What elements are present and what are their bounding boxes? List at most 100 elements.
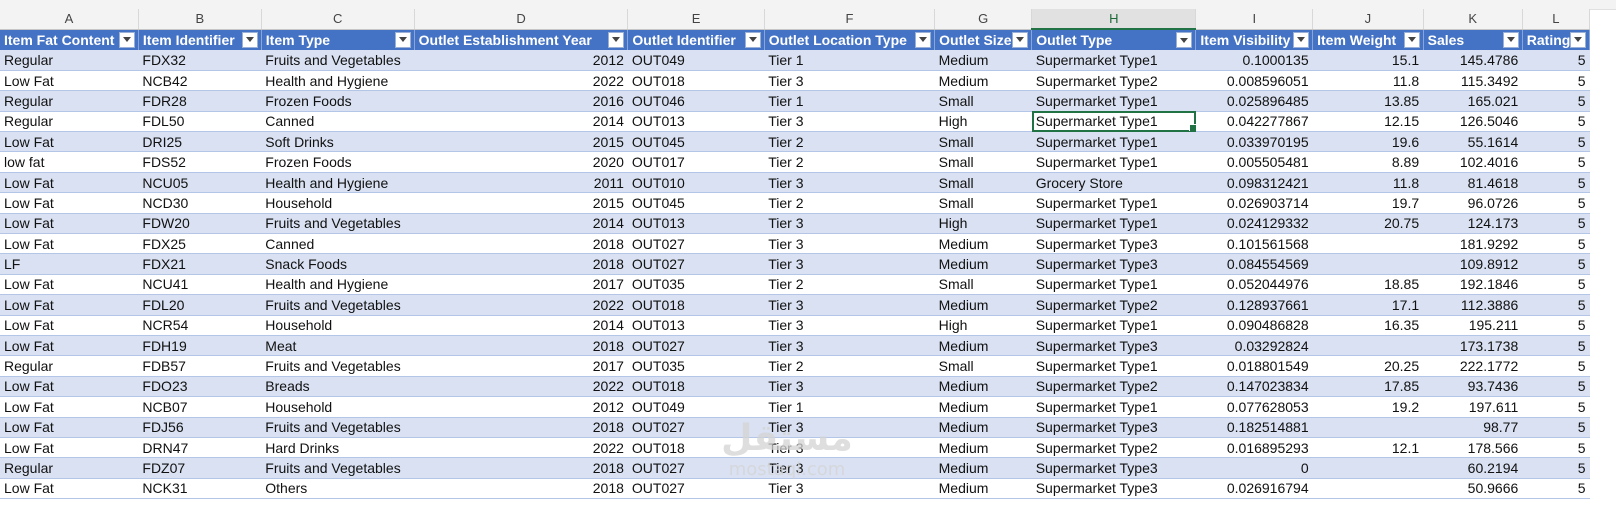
table-cell[interactable]: High [934, 111, 1032, 133]
column-letter-f[interactable]: F [764, 9, 936, 30]
filter-dropdown-icon[interactable] [1570, 31, 1586, 48]
table-cell[interactable]: Small [934, 172, 1032, 194]
table-cell[interactable]: Small [934, 131, 1032, 153]
table-cell[interactable]: Tier 3 [764, 315, 935, 336]
table-cell[interactable]: NCK31 [138, 478, 262, 500]
table-cell[interactable]: OUT027 [627, 253, 765, 275]
table-cell[interactable]: OUT035 [627, 355, 765, 377]
table-cell[interactable]: Supermarket Type1 [1031, 192, 1196, 214]
table-cell[interactable]: Tier 3 [764, 233, 935, 255]
table-cell[interactable]: Health and Hygiene [261, 70, 415, 92]
table-cell[interactable]: High [934, 213, 1032, 235]
table-cell[interactable]: 50.9666 [1423, 478, 1523, 500]
table-cell[interactable]: Tier 3 [764, 457, 935, 479]
table-cell[interactable]: Low Fat [0, 233, 139, 255]
table-cell[interactable]: FDL20 [138, 294, 262, 316]
table-cell[interactable]: 2011 [414, 172, 628, 194]
table-cell[interactable]: Supermarket Type1 [1031, 396, 1196, 418]
table-cell[interactable]: 5 [1522, 478, 1590, 500]
table-cell[interactable]: OUT018 [627, 294, 765, 316]
table-cell[interactable]: OUT027 [627, 478, 765, 500]
table-cell[interactable]: Low Fat [0, 437, 139, 459]
table-cell[interactable]: 0.128937661 [1195, 294, 1313, 316]
table-cell[interactable]: 5 [1522, 355, 1590, 377]
table-cell[interactable]: Supermarket Type1 [1031, 131, 1196, 153]
table-cell[interactable]: OUT027 [627, 417, 765, 438]
table-cell[interactable]: Low Fat [0, 213, 139, 235]
table-cell[interactable]: Small [934, 355, 1032, 377]
table-cell[interactable]: Supermarket Type1 [1031, 50, 1196, 71]
table-cell[interactable]: 2022 [414, 437, 628, 459]
table-cell[interactable]: Tier 2 [764, 151, 935, 173]
table-cell[interactable]: Regular [0, 457, 139, 479]
table-cell[interactable] [1312, 478, 1424, 500]
table-cell[interactable]: Medium [934, 437, 1032, 459]
table-cell[interactable]: 5 [1522, 131, 1590, 153]
table-cell[interactable]: Regular [0, 111, 139, 133]
table-cell[interactable]: Tier 3 [764, 213, 935, 235]
table-cell[interactable]: 5 [1522, 253, 1590, 275]
table-cell[interactable]: FDJ56 [138, 417, 262, 438]
table-cell[interactable]: NCU05 [138, 172, 262, 194]
table-cell[interactable]: 5 [1522, 213, 1590, 235]
table-cell[interactable]: Tier 3 [764, 376, 935, 398]
table-cell[interactable]: Breads [261, 376, 415, 398]
header-cell[interactable]: Sales [1423, 29, 1523, 50]
filter-dropdown-icon[interactable] [744, 31, 761, 48]
table-cell[interactable]: Meat [261, 335, 415, 357]
table-cell[interactable]: 2018 [414, 457, 628, 479]
table-cell[interactable]: 2017 [414, 274, 628, 296]
table-cell[interactable]: OUT027 [627, 457, 765, 479]
table-cell[interactable]: Tier 3 [764, 335, 935, 357]
header-cell[interactable]: Outlet Location Type [764, 29, 936, 50]
table-cell[interactable]: Frozen Foods [261, 151, 415, 173]
table-cell[interactable]: OUT046 [627, 90, 765, 112]
table-cell[interactable]: Soft Drinks [261, 131, 415, 153]
table-cell[interactable]: Household [261, 396, 415, 418]
filter-dropdown-icon[interactable] [1403, 31, 1420, 48]
active-cell[interactable]: Supermarket Type1 [1031, 111, 1196, 133]
table-cell[interactable]: 2022 [414, 376, 628, 398]
table-cell[interactable]: 5 [1522, 294, 1590, 316]
header-cell[interactable]: Outlet Establishment Year [414, 29, 629, 50]
table-cell[interactable]: OUT049 [627, 50, 765, 71]
header-cell[interactable]: Outlet Size [934, 29, 1033, 50]
table-cell[interactable]: Fruits and Vegetables [261, 213, 415, 235]
header-cell[interactable]: Item Visibility [1195, 29, 1314, 50]
column-letter-d[interactable]: D [414, 9, 629, 30]
table-cell[interactable]: Low Fat [0, 172, 139, 194]
table-cell[interactable]: Medium [934, 50, 1032, 71]
column-letter-h[interactable]: H [1031, 9, 1197, 30]
table-cell[interactable]: 0.018801549 [1195, 355, 1313, 377]
table-cell[interactable]: Low Fat [0, 192, 139, 214]
table-cell[interactable]: FDX32 [138, 50, 262, 71]
table-cell[interactable]: 115.3492 [1423, 70, 1523, 92]
table-cell[interactable]: 55.1614 [1423, 131, 1523, 153]
table-cell[interactable]: Regular [0, 50, 139, 71]
column-letter-e[interactable]: E [627, 9, 765, 30]
table-cell[interactable]: Tier 3 [764, 294, 935, 316]
column-letter-l[interactable]: L [1522, 9, 1591, 30]
table-cell[interactable]: Others [261, 478, 415, 500]
table-cell[interactable]: 98.77 [1423, 417, 1523, 438]
header-cell[interactable]: Outlet Type [1031, 29, 1197, 50]
table-cell[interactable]: Tier 2 [764, 274, 935, 296]
table-cell[interactable]: DRI25 [138, 131, 262, 153]
table-cell[interactable]: 0.147023834 [1195, 376, 1313, 398]
table-cell[interactable]: 178.566 [1423, 437, 1523, 459]
table-cell[interactable]: 2022 [414, 294, 628, 316]
table-cell[interactable]: Tier 3 [764, 172, 935, 194]
table-cell[interactable]: FDX25 [138, 233, 262, 255]
table-cell[interactable]: 5 [1522, 151, 1590, 173]
table-cell[interactable]: Medium [934, 335, 1032, 357]
table-cell[interactable]: Tier 3 [764, 70, 935, 92]
table-cell[interactable]: Low Fat [0, 315, 139, 336]
table-cell[interactable]: Medium [934, 294, 1032, 316]
column-letter-g[interactable]: G [934, 9, 1033, 30]
table-cell[interactable]: Tier 1 [764, 50, 935, 71]
table-cell[interactable]: low fat [0, 151, 139, 173]
table-cell[interactable]: 126.5046 [1423, 111, 1523, 133]
table-cell[interactable]: 0.033970195 [1195, 131, 1313, 153]
table-cell[interactable]: Supermarket Type2 [1031, 70, 1196, 92]
table-cell[interactable]: Grocery Store [1031, 172, 1196, 194]
